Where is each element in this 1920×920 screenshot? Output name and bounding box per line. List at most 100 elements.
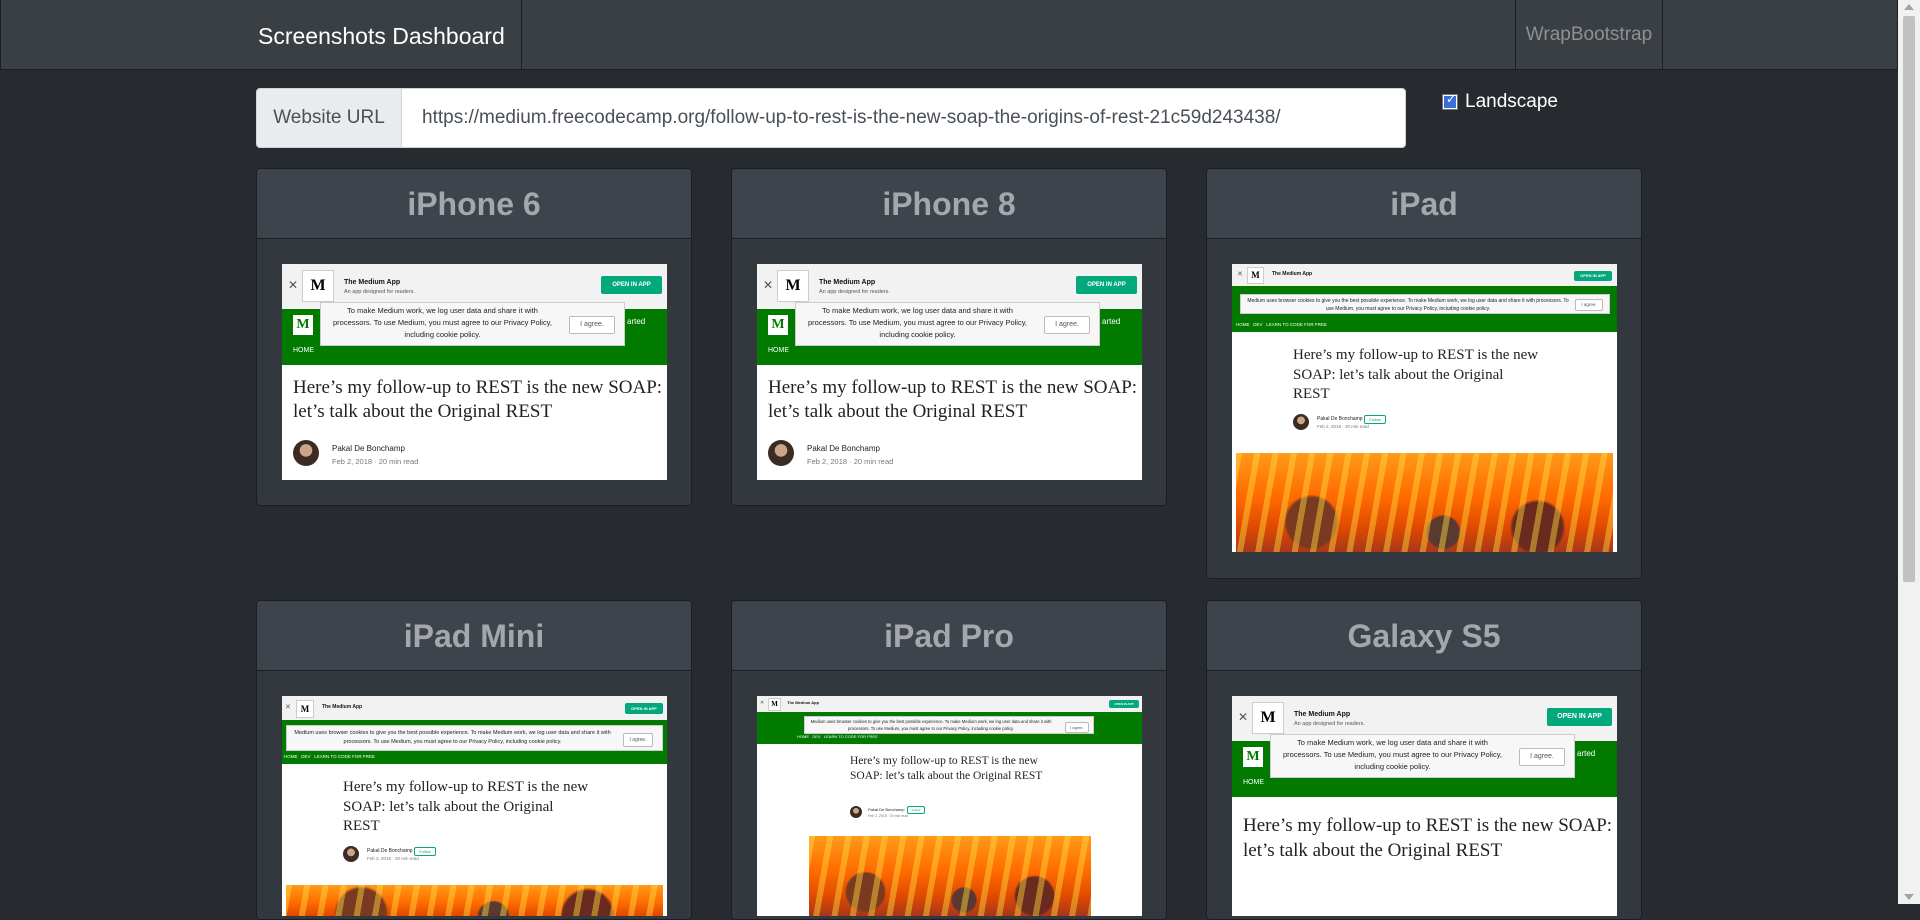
banner-title: The Medium App <box>787 700 820 705</box>
article-meta: Feb 2, 2018 · 20 min read <box>1317 424 1369 429</box>
article-hero-image <box>286 885 663 916</box>
banner-subtitle: An app designed for readers. <box>344 289 415 295</box>
open-in-app-button[interactable]: OPEN IN APP <box>1574 271 1612 281</box>
screenshot-preview[interactable]: ✕ M The Medium App An app designed for r… <box>757 264 1142 480</box>
author-avatar <box>1293 414 1309 430</box>
article-meta: Feb 2, 2018 · 20 min read <box>367 856 419 861</box>
medium-logo-icon: M <box>1252 702 1284 734</box>
article-title: Here’s my follow-up to REST is the new S… <box>1293 347 1539 402</box>
brand-link[interactable]: Screenshots Dashboard <box>258 0 505 70</box>
close-icon[interactable]: ✕ <box>760 700 764 706</box>
cookie-notice: Medium uses browser cookies to give you … <box>804 716 1094 734</box>
landscape-checkbox[interactable]: ✓ <box>1442 92 1458 110</box>
author-avatar <box>293 440 319 466</box>
page-scrollbar[interactable] <box>1898 0 1920 904</box>
agree-button[interactable]: I agree. <box>1519 748 1565 766</box>
device-card-title: iPhone 6 <box>257 169 691 239</box>
cookie-text: To make Medium work, we log user data an… <box>333 306 552 339</box>
cookie-notice: Medium uses browser cookies to give you … <box>1240 294 1610 314</box>
get-started-link[interactable]: arted <box>1102 317 1120 326</box>
scrollbar-thumb[interactable] <box>1903 16 1915 582</box>
screenshot-preview[interactable]: ✕ M The Medium App An app designed for r… <box>282 264 667 480</box>
get-started-link[interactable]: arted <box>1577 749 1595 758</box>
article-title: Here’s my follow-up to REST is the new S… <box>1243 815 1613 861</box>
landscape-label[interactable]: Landscape <box>1465 91 1558 113</box>
cookie-text: Medium uses browser cookies to give you … <box>294 730 611 745</box>
follow-button[interactable]: Follow <box>414 847 436 856</box>
close-icon[interactable]: ✕ <box>288 278 298 292</box>
site-logo-icon: M <box>768 315 788 335</box>
app-banner: ✕ M The Medium App OPEN IN APP <box>1232 264 1617 287</box>
device-card-iphone-8: iPhone 8 ✕ M The Medium App An app desig… <box>731 168 1167 506</box>
banner-title: The Medium App <box>1272 271 1313 277</box>
device-card-galaxy-s5: Galaxy S5 ✕ M The Medium App An app desi… <box>1206 600 1642 920</box>
open-in-app-button[interactable]: OPEN IN APP <box>625 703 663 714</box>
agree-button[interactable]: I agree. <box>623 733 653 747</box>
cookie-notice: Medium uses browser cookies to give you … <box>286 725 663 751</box>
author-name: Pakal De Bonchamp <box>807 444 880 453</box>
home-link[interactable]: HOME <box>768 347 789 354</box>
close-icon[interactable]: ✕ <box>285 703 291 711</box>
article-title: Here’s my follow-up to REST is the new S… <box>293 377 663 422</box>
device-card-title: iPad Mini <box>257 601 691 671</box>
cookie-notice: To make Medium work, we log user data an… <box>795 302 1100 346</box>
open-in-app-button[interactable]: OPEN IN APP <box>601 276 662 294</box>
site-nav[interactable]: HOME DEV LEARN TO CODE FOR FREE <box>1236 322 1327 327</box>
close-icon[interactable]: ✕ <box>763 278 773 292</box>
medium-logo-icon: M <box>768 698 781 711</box>
landscape-toggle[interactable]: ✓ Landscape <box>1442 90 1558 114</box>
article-meta: Feb 2, 2018 · 20 min read <box>332 457 419 466</box>
device-card-ipad: iPad ✕ M The Medium App OPEN IN APP HOME… <box>1206 168 1642 579</box>
site-logo-icon: M <box>1243 747 1263 767</box>
open-in-app-button[interactable]: OPEN IN APP <box>1547 708 1612 726</box>
check-icon: ✓ <box>1446 92 1457 106</box>
medium-logo-icon: M <box>777 270 809 302</box>
close-icon[interactable]: ✕ <box>1238 710 1248 724</box>
wrapbootstrap-link[interactable]: WrapBootstrap <box>1515 0 1663 70</box>
agree-button[interactable]: I agree. <box>1065 722 1089 733</box>
follow-button[interactable]: Follow <box>1364 415 1386 424</box>
cookie-notice: To make Medium work, we log user data an… <box>1270 734 1575 778</box>
home-link[interactable]: HOME <box>1243 779 1264 786</box>
agree-button[interactable]: I agree. <box>1044 316 1090 334</box>
cookie-notice: To make Medium work, we log user data an… <box>320 302 625 346</box>
author-avatar <box>850 806 862 818</box>
banner-subtitle: An app designed for readers. <box>1294 721 1365 727</box>
screenshot-preview[interactable]: ✕ M The Medium App OPEN IN APP HOME DEV … <box>282 696 667 916</box>
open-in-app-button[interactable]: OPEN IN APP <box>1109 700 1139 708</box>
device-card-ipad-mini: iPad Mini ✕ M The Medium App OPEN IN APP… <box>256 600 692 920</box>
home-link[interactable]: HOME <box>293 347 314 354</box>
device-card-title: iPhone 8 <box>732 169 1166 239</box>
site-nav[interactable]: HOME DEV LEARN TO CODE FOR FREE <box>284 754 375 759</box>
site-nav[interactable]: HOME DEV LEARN TO CODE FOR FREE <box>797 734 878 739</box>
close-icon[interactable]: ✕ <box>1237 270 1243 278</box>
cookie-text: To make Medium work, we log user data an… <box>1283 738 1502 771</box>
screenshot-preview[interactable]: ✕ M The Medium App OPEN IN APP HOME DEV … <box>1232 264 1617 552</box>
banner-title: The Medium App <box>322 704 363 710</box>
url-input-group: Website URL <box>256 88 1406 148</box>
scroll-down-icon[interactable] <box>1904 894 1914 900</box>
scroll-up-icon[interactable] <box>1904 4 1914 10</box>
get-started-link[interactable]: arted <box>627 317 645 326</box>
article-hero-image <box>809 836 1091 916</box>
follow-button[interactable]: Follow <box>907 806 925 814</box>
site-logo-icon: M <box>293 315 313 335</box>
url-input[interactable] <box>401 88 1406 148</box>
device-card-title: iPad Pro <box>732 601 1166 671</box>
banner-title: The Medium App <box>1294 711 1351 718</box>
article-meta: Feb 2, 2018 · 20 min read <box>868 814 909 818</box>
agree-button[interactable]: I agree. <box>1575 299 1603 311</box>
url-label: Website URL <box>256 88 402 148</box>
article-title: Here’s my follow-up to REST is the new S… <box>768 377 1138 422</box>
author-name: Pakal De Bonchamp <box>332 444 405 453</box>
cookie-text: Medium uses browser cookies to give you … <box>1247 298 1569 312</box>
open-in-app-button[interactable]: OPEN IN APP <box>1076 276 1137 294</box>
screenshot-preview[interactable]: ✕ M The Medium App An app designed for r… <box>1232 696 1617 916</box>
cookie-text: Medium uses browser cookies to give you … <box>810 719 1052 731</box>
medium-logo-icon: M <box>302 270 334 302</box>
navbar: Screenshots Dashboard WrapBootstrap <box>0 0 1898 70</box>
agree-button[interactable]: I agree. <box>569 316 615 334</box>
screenshot-preview[interactable]: ✕ M The Medium App OPEN IN APP HOME DEV … <box>757 696 1142 916</box>
article-hero-image <box>1236 453 1613 552</box>
author-avatar <box>768 440 794 466</box>
